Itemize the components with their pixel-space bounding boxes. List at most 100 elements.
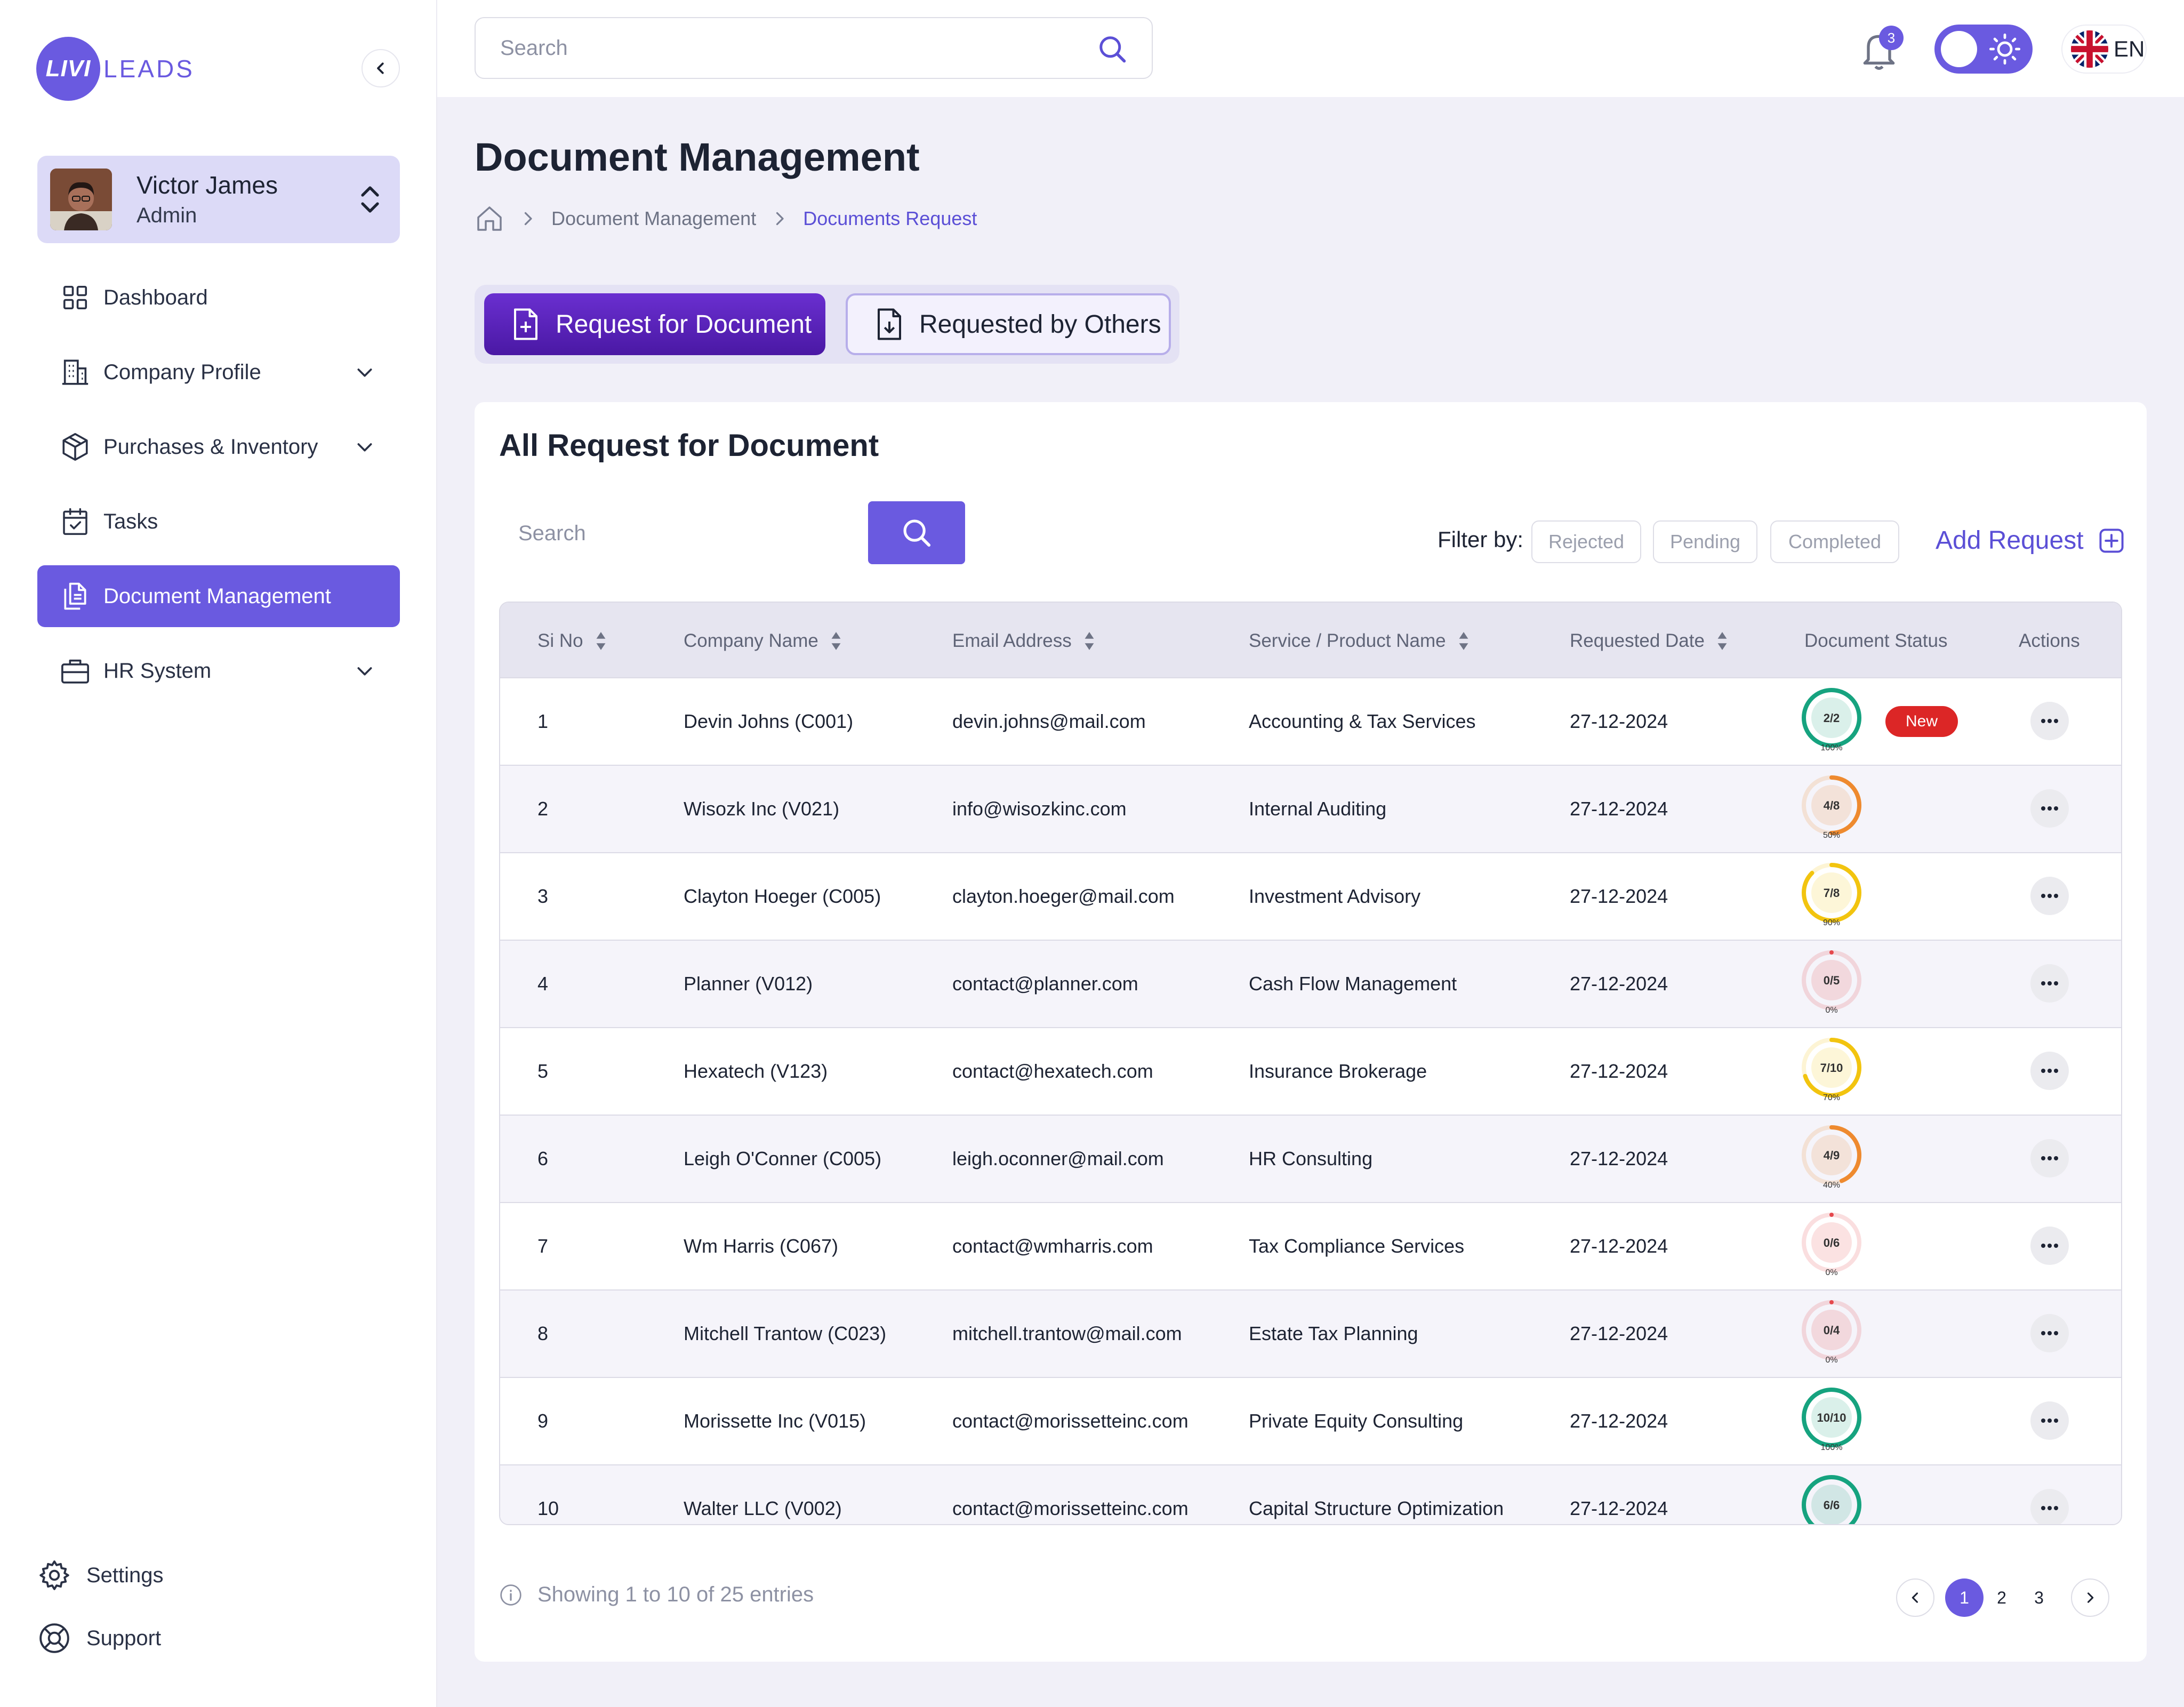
gear-icon <box>37 1558 71 1592</box>
sidebar-item-company-profile[interactable]: Company Profile <box>37 341 400 403</box>
document-status-progress: 0/6 0% <box>1799 1213 1864 1278</box>
chevron-down-icon <box>357 368 372 377</box>
settings-label: Settings <box>86 1563 164 1587</box>
sidebar-item-support[interactable]: Support <box>37 1612 400 1665</box>
chevron-left-icon <box>377 62 384 74</box>
app-logo[interactable]: LIVI LEADS <box>36 36 195 101</box>
cell-company-name: Devin Johns (C001) <box>684 710 854 732</box>
status-count: 0/6 <box>1824 1236 1840 1249</box>
column-header-service-product[interactable]: Service / Product Name <box>1249 630 1470 652</box>
documents-icon <box>59 580 92 613</box>
tab-request-for-document[interactable]: Request for Document <box>484 293 825 355</box>
cell-email: info@wisozkinc.com <box>952 798 1127 820</box>
search-button[interactable] <box>868 501 965 564</box>
table-row: 7 Wm Harris (C067) contact@wmharris.com Tax… <box>500 1202 2121 1289</box>
toggle-knob <box>1941 31 1977 67</box>
table-row: 6 Leigh O'Conner (C005) leigh.oconner@mail… <box>500 1115 2121 1202</box>
file-download-icon <box>878 308 901 340</box>
table-row: 9 Morissette Inc (V015) contact@morissette… <box>500 1377 2121 1464</box>
more-horizontal-icon <box>2041 981 2058 985</box>
sidebar-item-label: Tasks <box>103 509 158 533</box>
pagination-page-3[interactable]: 3 <box>2020 1578 2058 1617</box>
sidebar-item-dashboard[interactable]: Dashboard <box>37 267 400 328</box>
table-row: 3 Clayton Hoeger (C005) clayton.hoeger@mai… <box>500 852 2121 940</box>
row-actions-button[interactable] <box>2030 1227 2069 1265</box>
profile-name: Victor James <box>136 171 278 199</box>
tab-requested-by-others[interactable]: Requested by Others <box>846 293 1171 355</box>
status-count: 6/6 <box>1824 1498 1840 1512</box>
pagination-page-2[interactable]: 2 <box>1982 1578 2021 1617</box>
row-actions-button[interactable] <box>2030 1052 2069 1090</box>
row-actions-button[interactable] <box>2030 964 2069 1003</box>
status-percent: 100% <box>1820 1443 1843 1452</box>
status-percent: 90% <box>1822 918 1841 927</box>
row-actions-button[interactable] <box>2030 1489 2069 1524</box>
status-count: 4/8 <box>1824 799 1840 812</box>
cell-email: leigh.oconner@mail.com <box>952 1148 1164 1169</box>
cell-date: 27-12-2024 <box>1570 798 1668 820</box>
row-actions-button[interactable] <box>2030 702 2069 740</box>
row-actions-button[interactable] <box>2030 1401 2069 1440</box>
collapse-sidebar-button[interactable] <box>362 49 400 87</box>
language-code: EN <box>2114 36 2145 61</box>
sidebar-item-label: Company Profile <box>103 360 261 384</box>
uk-flag-icon <box>2071 30 2108 68</box>
column-header-requested-date[interactable]: Requested Date <box>1570 630 1728 652</box>
column-header-si-no[interactable]: Si No <box>537 630 607 652</box>
status-count: 2/2 <box>1824 711 1840 725</box>
global-search-input[interactable]: Search <box>475 17 1153 79</box>
table-search-input[interactable]: Search <box>499 501 965 564</box>
new-badge: New <box>1885 706 1958 737</box>
status-percent: 0% <box>1825 1356 1838 1365</box>
chevron-down-icon <box>357 667 372 676</box>
row-actions-button[interactable] <box>2030 1314 2069 1352</box>
table-header: Si No Company Name Email Address Service… <box>500 603 2121 677</box>
cell-email: contact@planner.com <box>952 973 1138 995</box>
language-selector[interactable]: EN <box>2061 25 2147 74</box>
sidebar-item-purchases-inventory[interactable]: Purchases & Inventory <box>37 416 400 478</box>
top-bar: Search 3 EN <box>437 0 2184 97</box>
profile-switcher[interactable]: Victor James Admin <box>37 156 400 243</box>
more-horizontal-icon <box>2041 1419 2058 1423</box>
pagination-page-1[interactable]: 1 <box>1945 1578 1984 1617</box>
more-horizontal-icon <box>2041 894 2058 898</box>
add-request-button[interactable]: Add Request <box>1936 526 2125 555</box>
sidebar-item-tasks[interactable]: Tasks <box>37 491 400 552</box>
search-icon[interactable] <box>1096 33 1128 65</box>
sort-icon <box>831 632 841 650</box>
status-count: 0/5 <box>1824 974 1840 987</box>
pagination-next-button[interactable] <box>2071 1578 2109 1617</box>
cell-service: Insurance Brokerage <box>1249 1060 1427 1082</box>
row-actions-button[interactable] <box>2030 789 2069 828</box>
filter-pending[interactable]: Pending <box>1653 520 1757 563</box>
cell-si-no: 6 <box>537 1148 549 1169</box>
cell-email: contact@wmharris.com <box>952 1235 1153 1257</box>
breadcrumb-link[interactable]: Document Management <box>551 207 756 230</box>
sort-icon <box>1459 632 1468 650</box>
row-actions-button[interactable] <box>2030 877 2069 915</box>
sort-icon <box>1717 632 1727 650</box>
filter-rejected[interactable]: Rejected <box>1531 520 1641 563</box>
column-header-email-address[interactable]: Email Address <box>952 630 1095 652</box>
row-actions-button[interactable] <box>2030 1139 2069 1177</box>
theme-toggle[interactable] <box>1934 25 2033 74</box>
sidebar-item-document-management[interactable]: Document Management <box>37 565 400 627</box>
column-header-company-name[interactable]: Company Name <box>684 630 842 652</box>
pagination-prev-button[interactable] <box>1896 1578 1934 1617</box>
more-horizontal-icon <box>2041 1331 2058 1335</box>
plus-square-icon <box>2099 528 2124 553</box>
sidebar-item-hr-system[interactable]: HR System <box>37 640 400 702</box>
cell-company-name: Wm Harris (C067) <box>684 1235 839 1257</box>
cell-email: clayton.hoeger@mail.com <box>952 885 1175 907</box>
cell-company-name: Walter LLC (V002) <box>684 1497 842 1519</box>
briefcase-icon <box>59 654 92 687</box>
cell-service: Investment Advisory <box>1249 885 1421 907</box>
sidebar-item-settings[interactable]: Settings <box>37 1549 400 1602</box>
entries-summary-text: Showing 1 to 10 of 25 entries <box>537 1583 814 1606</box>
home-icon[interactable] <box>475 204 504 234</box>
status-count: 7/10 <box>1820 1061 1843 1075</box>
cell-date: 27-12-2024 <box>1570 1497 1668 1519</box>
table-row: 8 Mitchell Trantow (C023) mitchell.trantow… <box>500 1289 2121 1377</box>
filter-completed[interactable]: Completed <box>1770 520 1899 563</box>
logo-text: LEADS <box>103 55 195 83</box>
